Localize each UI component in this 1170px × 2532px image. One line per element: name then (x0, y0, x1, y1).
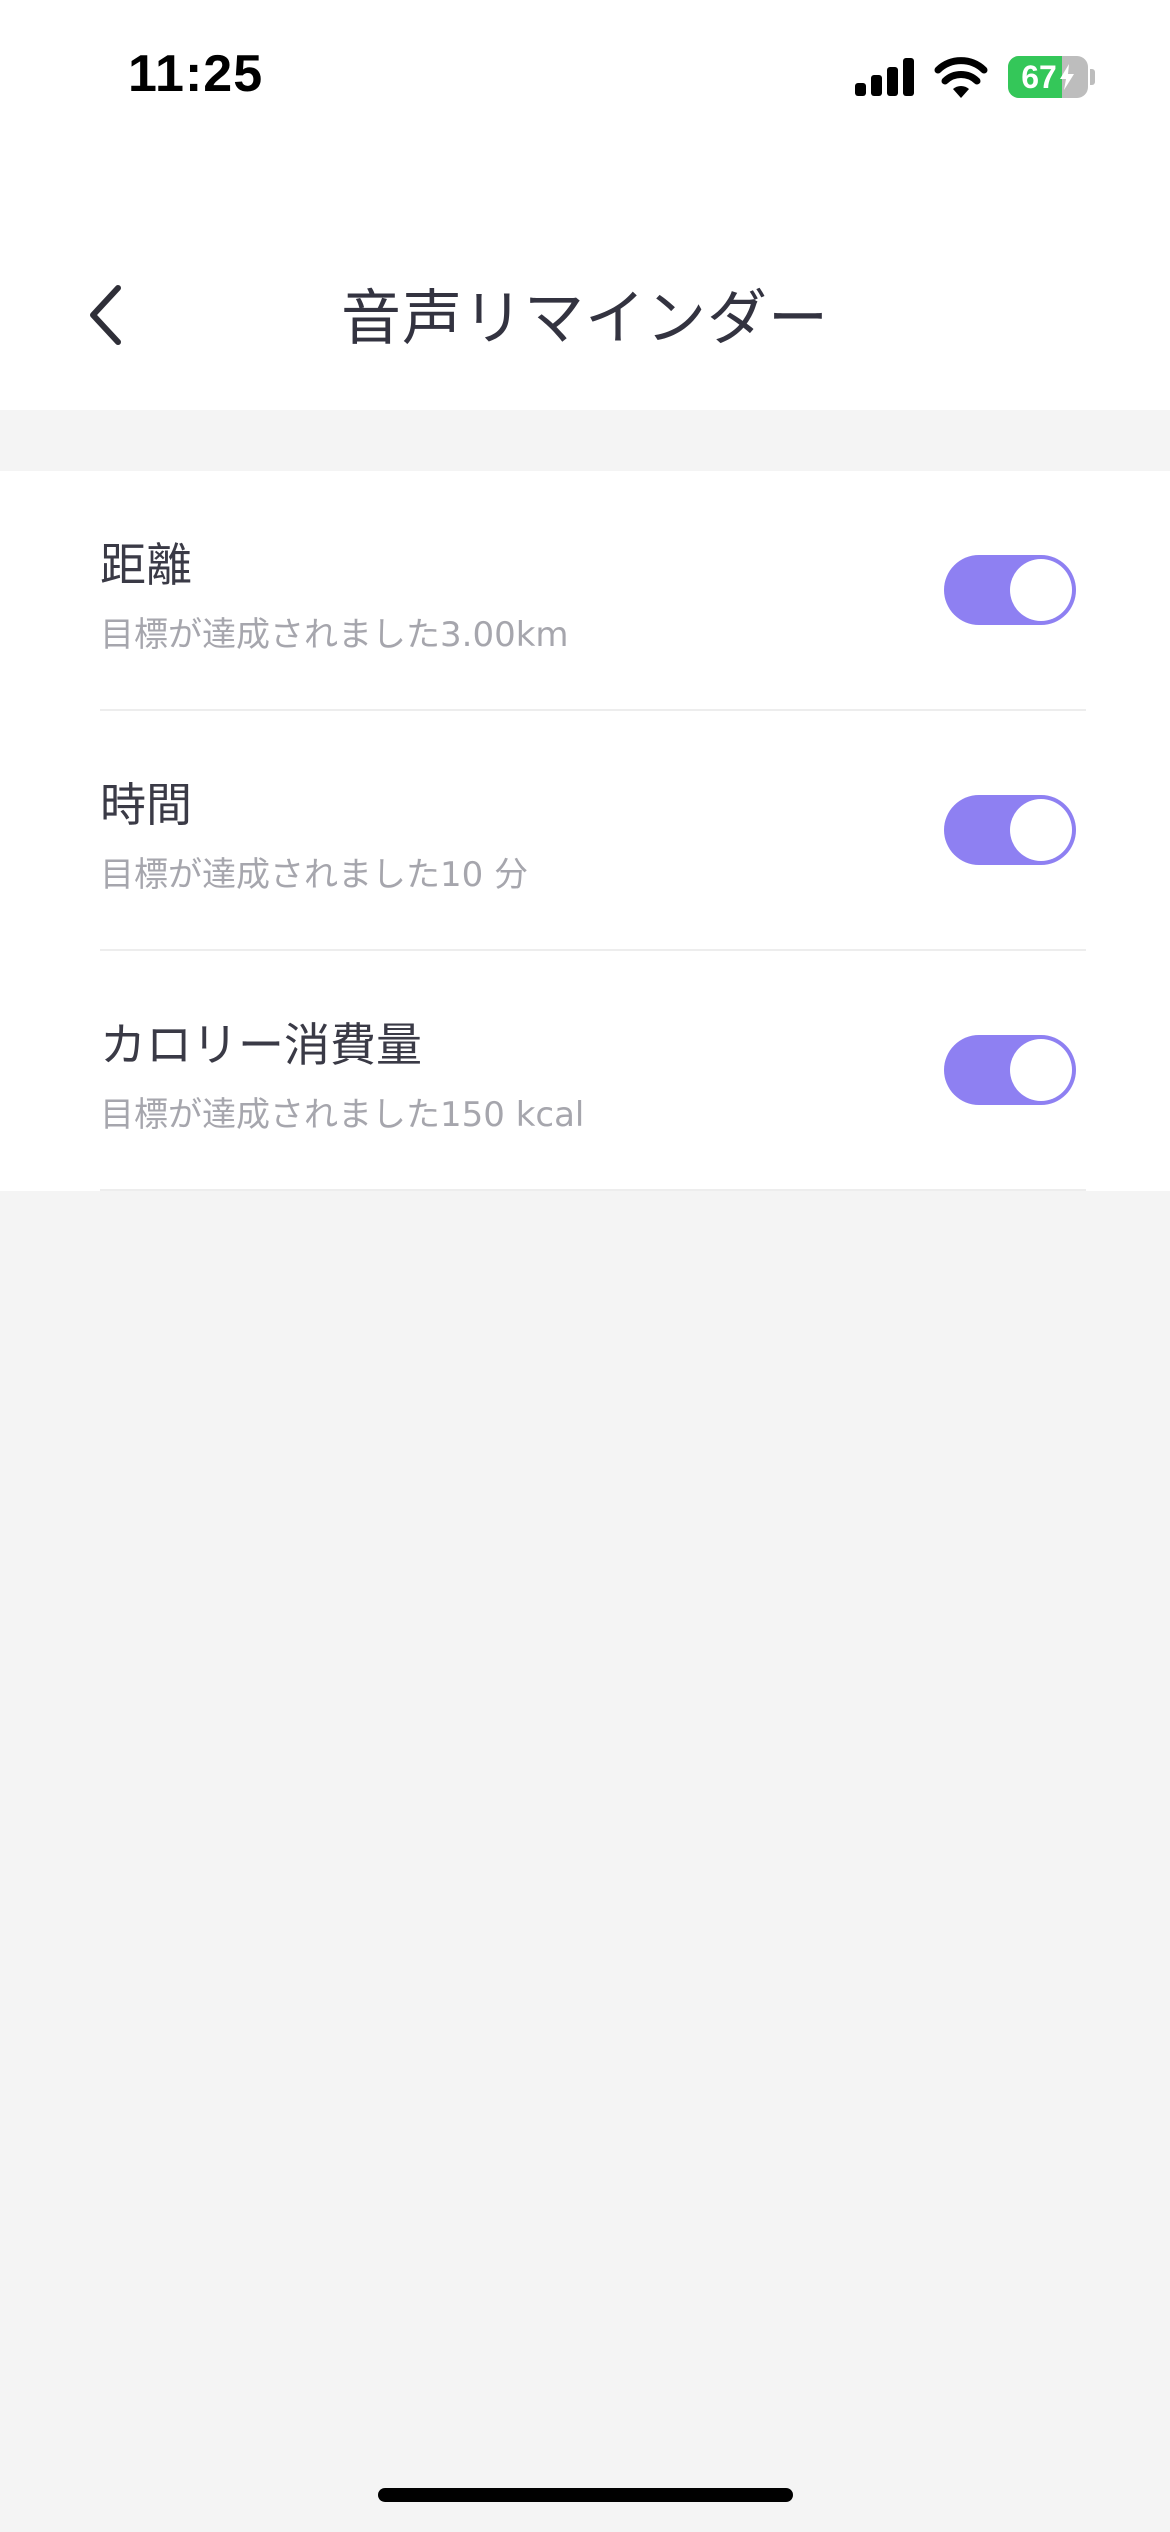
reminder-subtitle: 目標が達成されました150 kcal (100, 1095, 585, 1135)
page-title: 音声リマインダー (341, 284, 829, 354)
reminder-row-time: 時間 目標が達成されました10 分 (0, 711, 1170, 951)
toggle-knob (1010, 799, 1072, 861)
toggle-knob (1010, 559, 1072, 621)
toggle-knob (1010, 1039, 1072, 1101)
reminder-title: 時間 (100, 778, 192, 832)
time-toggle[interactable] (944, 795, 1076, 865)
reminder-subtitle: 目標が達成されました3.00km (100, 615, 569, 655)
status-bar: 11:25 67 (0, 0, 1170, 160)
reminder-row-distance: 距離 目標が達成されました3.00km (0, 471, 1170, 711)
signal-icon (855, 58, 915, 96)
reminder-list: 距離 目標が達成されました3.00km 時間 目標が達成されました10 分 カロ… (0, 471, 1170, 1191)
bolt-icon (1059, 64, 1074, 90)
battery-cap (1090, 69, 1095, 85)
calories-toggle[interactable] (944, 1035, 1076, 1105)
reminder-row-calories: カロリー消費量 目標が達成されました150 kcal (0, 951, 1170, 1191)
divider (100, 1189, 1086, 1191)
reminder-title: 距離 (100, 538, 192, 592)
wifi-icon (934, 57, 988, 98)
nav-bar: 音声リマインダー (0, 160, 1170, 410)
battery-percent: 67 (1021, 58, 1057, 95)
status-time: 11:25 (128, 45, 264, 103)
home-indicator (378, 2488, 793, 2502)
reminder-subtitle: 目標が達成されました10 分 (100, 855, 529, 895)
screen: 11:25 67 音声リマインダー 距離 目標が達成されました3.00km 時間… (0, 0, 1170, 2532)
distance-toggle[interactable] (944, 555, 1076, 625)
reminder-title: カロリー消費量 (100, 1018, 422, 1072)
battery-charging-icon: 67 (1008, 56, 1088, 98)
